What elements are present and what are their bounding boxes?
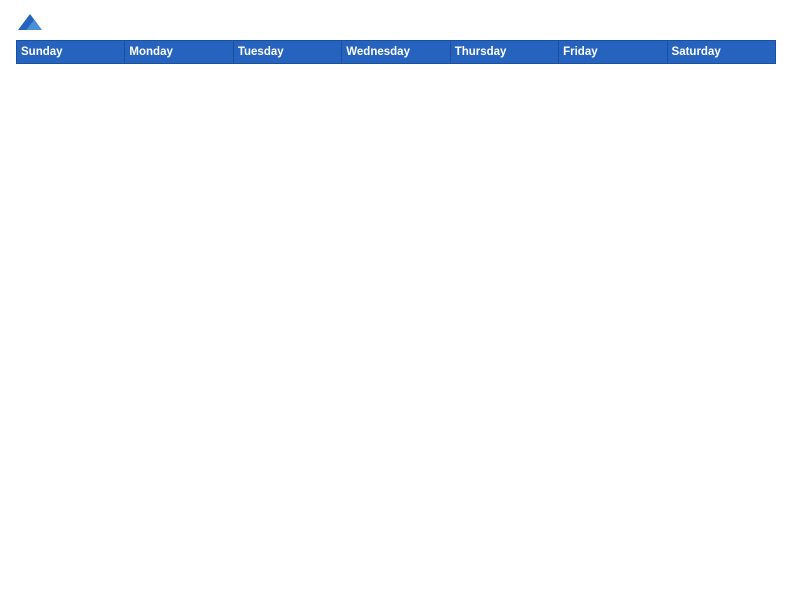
calendar-header: SundayMondayTuesdayWednesdayThursdayFrid… xyxy=(17,41,776,64)
page-container: SundayMondayTuesdayWednesdayThursdayFrid… xyxy=(0,0,792,72)
header-day-friday: Friday xyxy=(559,41,667,64)
header-day-thursday: Thursday xyxy=(450,41,558,64)
calendar-table: SundayMondayTuesdayWednesdayThursdayFrid… xyxy=(16,40,776,64)
header-day-tuesday: Tuesday xyxy=(233,41,341,64)
logo xyxy=(16,12,48,36)
header-row: SundayMondayTuesdayWednesdayThursdayFrid… xyxy=(17,41,776,64)
header-day-sunday: Sunday xyxy=(17,41,125,64)
header-day-saturday: Saturday xyxy=(667,41,775,64)
header xyxy=(16,12,776,36)
header-day-wednesday: Wednesday xyxy=(342,41,450,64)
logo-icon xyxy=(16,12,44,36)
header-day-monday: Monday xyxy=(125,41,233,64)
